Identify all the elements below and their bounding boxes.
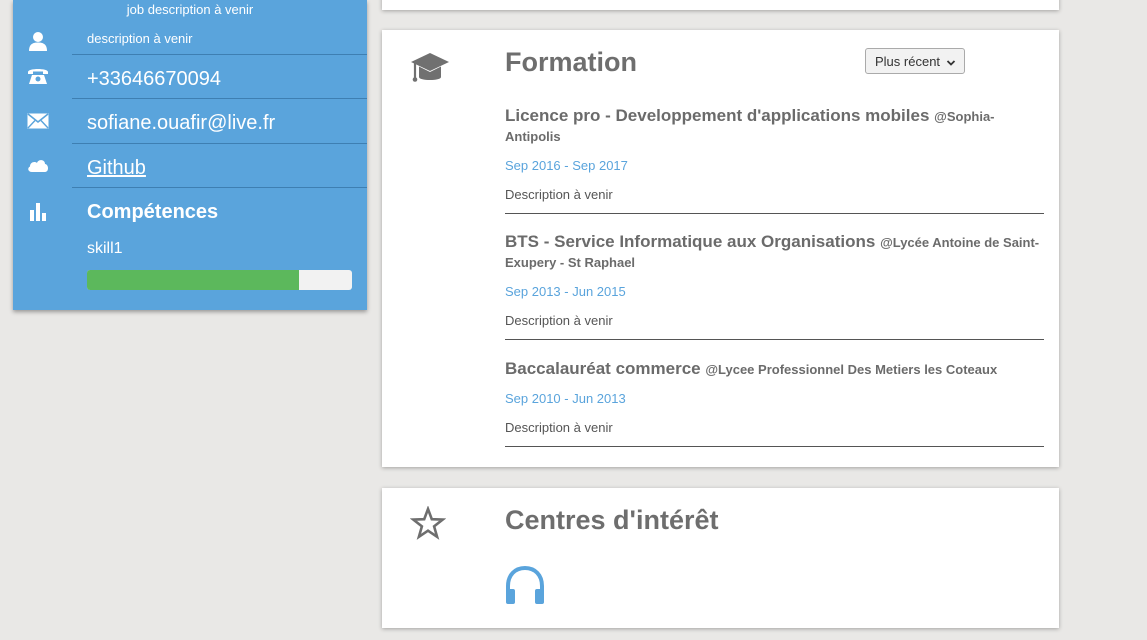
phone-icon bbox=[27, 65, 49, 87]
profile-description: description à venir bbox=[87, 31, 193, 46]
github-link[interactable]: Github bbox=[87, 156, 146, 180]
entry-description: Description à venir bbox=[505, 420, 613, 435]
sidebar-row-description: description à venir bbox=[13, 28, 367, 54]
entry-description: Description à venir bbox=[505, 313, 613, 328]
user-icon bbox=[27, 30, 49, 52]
school-name: @Lycee Professionnel Des Metiers les Cot… bbox=[705, 362, 998, 377]
chevron-down-icon bbox=[946, 56, 956, 71]
graduation-cap-icon bbox=[410, 50, 450, 86]
mail-icon bbox=[27, 110, 49, 132]
skill-progress-bar bbox=[87, 270, 352, 290]
degree-name: Baccalauréat commerce bbox=[505, 359, 701, 378]
degree-name: BTS - Service Informatique aux Organisat… bbox=[505, 232, 876, 251]
profile-sidebar: job description à venir description à ve… bbox=[13, 0, 367, 310]
degree-name: Licence pro - Developpement d'applicatio… bbox=[505, 106, 930, 125]
entry-title: Baccalauréat commerce @Lycee Professionn… bbox=[505, 359, 1044, 379]
star-icon bbox=[409, 505, 450, 542]
formation-card: Formation Plus récent Licence pro - Deve… bbox=[382, 30, 1059, 467]
skill-progress-fill bbox=[87, 270, 299, 290]
skill-name: skill1 bbox=[87, 240, 123, 257]
entry-dates: Sep 2010 - Jun 2013 bbox=[505, 391, 626, 406]
job-description: job description à venir bbox=[126, 2, 254, 17]
email-address[interactable]: sofiane.ouafir@live.fr bbox=[87, 111, 275, 135]
skills-title: Compétences bbox=[87, 201, 219, 223]
formation-entry: BTS - Service Informatique aux Organisat… bbox=[505, 232, 1044, 340]
formation-entry: Licence pro - Developpement d'applicatio… bbox=[505, 106, 1044, 214]
cloud-icon bbox=[27, 154, 49, 176]
sidebar-row-email: sofiane.ouafir@live.fr bbox=[13, 99, 367, 143]
sort-selected-value: Plus récent bbox=[875, 53, 941, 69]
headphones-icon bbox=[504, 564, 546, 606]
formation-entry: Baccalauréat commerce @Lycee Professionn… bbox=[505, 359, 1044, 447]
sort-dropdown[interactable]: Plus récent bbox=[865, 48, 965, 74]
sidebar-row-phone: +33646670094 bbox=[13, 55, 367, 98]
bar-chart-icon bbox=[27, 200, 49, 222]
entry-title: Licence pro - Developpement d'applicatio… bbox=[505, 106, 1044, 146]
entry-divider bbox=[505, 446, 1044, 447]
entry-description: Description à venir bbox=[505, 187, 613, 202]
interests-card: Centres d'intérêt bbox=[382, 488, 1059, 628]
entry-divider bbox=[505, 339, 1044, 340]
section-title-formation: Formation bbox=[505, 47, 637, 77]
entry-dates: Sep 2013 - Jun 2015 bbox=[505, 284, 626, 299]
entry-dates: Sep 2016 - Sep 2017 bbox=[505, 158, 628, 173]
entry-title: BTS - Service Informatique aux Organisat… bbox=[505, 232, 1044, 272]
previous-section-card bbox=[382, 0, 1059, 10]
section-title-interests: Centres d'intérêt bbox=[505, 505, 719, 535]
phone-number[interactable]: +33646670094 bbox=[87, 67, 221, 91]
entry-divider bbox=[505, 213, 1044, 214]
sidebar-row-github: Github bbox=[13, 144, 367, 187]
sidebar-row-skills: Compétences bbox=[13, 188, 367, 310]
